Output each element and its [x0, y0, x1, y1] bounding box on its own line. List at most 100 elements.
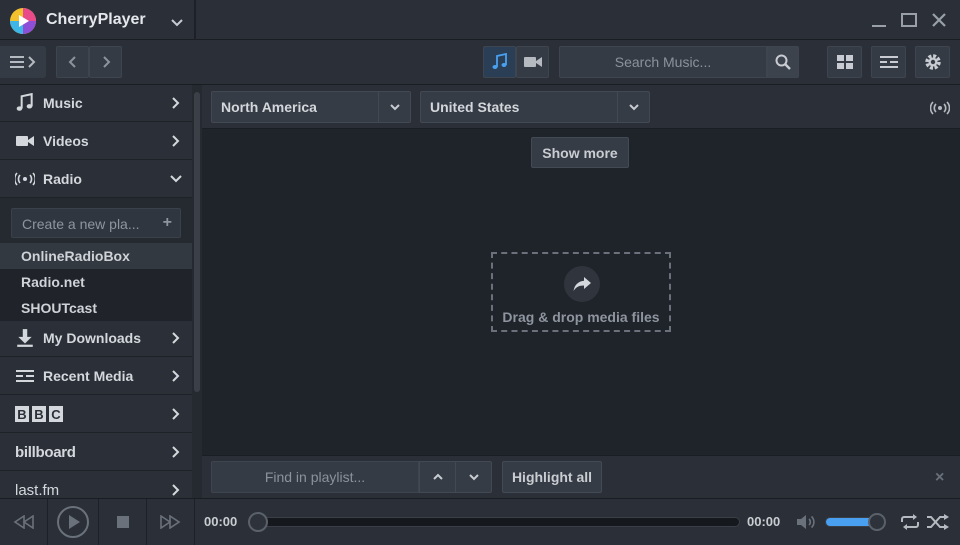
- chevron-up-icon: [432, 473, 443, 480]
- broadcast-icon[interactable]: [930, 101, 950, 115]
- sidebar-item-radio[interactable]: Radio: [0, 161, 192, 198]
- seek-handle[interactable]: [248, 512, 268, 532]
- search-input[interactable]: Search Music...: [559, 46, 767, 78]
- minimize-icon[interactable]: [869, 10, 889, 30]
- bbc-logo: B B C: [15, 406, 63, 422]
- play-button[interactable]: [55, 505, 91, 539]
- chevron-right-icon: [172, 97, 180, 109]
- show-more-button[interactable]: Show more: [531, 137, 629, 168]
- sidebar-item-bbc[interactable]: B B C: [0, 396, 192, 433]
- app-menu-chevron-icon[interactable]: [170, 15, 184, 29]
- sidebar-item-label: Music: [43, 95, 83, 111]
- previous-track-button[interactable]: [6, 505, 42, 539]
- drop-zone[interactable]: Drag & drop media files: [491, 252, 671, 332]
- chevron-right-icon: [172, 408, 180, 420]
- chevron-down-icon: [628, 104, 639, 111]
- region-select[interactable]: North America: [211, 91, 411, 123]
- share-arrow-icon: [573, 277, 591, 291]
- close-icon[interactable]: ×: [935, 469, 944, 487]
- sidebar-item-billboard[interactable]: billboard: [0, 434, 192, 471]
- region-select-arrow[interactable]: [378, 92, 410, 122]
- country-select[interactable]: United States: [420, 91, 650, 123]
- new-playlist-input[interactable]: Create a new pla... +: [11, 208, 181, 238]
- cherryplayer-logo-icon: [10, 8, 36, 34]
- seek-bar[interactable]: [258, 517, 740, 527]
- main-panel: North America United States Show more Dr…: [202, 85, 960, 498]
- country-select-value: United States: [430, 99, 520, 115]
- chevron-down-icon: [389, 104, 400, 111]
- player-separator: [98, 499, 99, 545]
- download-icon: [17, 329, 33, 347]
- volume-handle[interactable]: [868, 513, 887, 531]
- title-separator: [194, 0, 196, 40]
- total-time: 00:00: [747, 514, 781, 529]
- elapsed-time: 00:00: [204, 514, 238, 529]
- settings-button[interactable]: [915, 46, 950, 78]
- radio-source-item[interactable]: Radio.net: [0, 269, 192, 295]
- find-bar: Find in playlist... Highlight all ×: [202, 455, 960, 498]
- find-in-playlist-input[interactable]: Find in playlist...: [211, 461, 419, 493]
- play-icon: [57, 506, 89, 538]
- sidebar-item-lastfm[interactable]: last.fm: [0, 472, 192, 498]
- sidebar-item-recent-media[interactable]: Recent Media: [0, 358, 192, 395]
- billboard-logo: billboard: [15, 443, 76, 461]
- repeat-icon[interactable]: [899, 513, 921, 531]
- music-note-icon: [492, 53, 507, 69]
- sidebar-item-label: Recent Media: [43, 368, 134, 384]
- sidebar-scrollbar-thumb[interactable]: [194, 92, 200, 392]
- chevron-down-icon: [170, 175, 182, 183]
- recent-media-icon: [16, 370, 34, 382]
- find-previous-button[interactable]: [419, 461, 456, 493]
- highlight-all-button[interactable]: Highlight all: [502, 461, 602, 493]
- chevron-right-icon: [172, 446, 180, 458]
- music-mode-button[interactable]: [483, 46, 516, 78]
- chevron-right-icon: [102, 56, 110, 68]
- volume-icon[interactable]: [795, 513, 817, 531]
- sidebar-item-label: Radio: [43, 171, 82, 187]
- fast-forward-icon: [160, 515, 181, 529]
- broadcast-icon: [15, 172, 35, 186]
- sidebar-item-my-downloads[interactable]: My Downloads: [0, 320, 192, 357]
- forward-button[interactable]: [89, 46, 122, 78]
- plus-icon[interactable]: +: [163, 214, 172, 232]
- next-track-button[interactable]: [152, 505, 188, 539]
- video-camera-icon: [523, 57, 542, 67]
- sidebar-toggle-button[interactable]: [0, 46, 46, 78]
- search-button[interactable]: [767, 46, 799, 78]
- sidebar-item-videos[interactable]: Videos: [0, 123, 192, 160]
- gear-icon: [924, 54, 941, 70]
- find-next-button[interactable]: [455, 461, 492, 493]
- player-separator: [194, 499, 195, 545]
- svg-text:B: B: [17, 407, 26, 422]
- country-select-arrow[interactable]: [617, 92, 649, 122]
- maximize-icon[interactable]: [899, 10, 919, 30]
- chevron-right-icon: [172, 370, 180, 382]
- radio-source-item[interactable]: OnlineRadioBox: [0, 243, 192, 269]
- list-view-icon: [879, 56, 898, 68]
- share-arrow-icon-wrap: [564, 266, 600, 302]
- sidebar: Music Videos Radio Create a new pla... +…: [0, 85, 192, 498]
- toolbar: Search Music...: [0, 40, 960, 85]
- player-bar: 00:00 00:00: [0, 498, 960, 545]
- chevron-left-icon: [68, 56, 76, 68]
- radio-source-item[interactable]: SHOUTcast: [0, 295, 192, 321]
- list-view-button[interactable]: [871, 46, 906, 78]
- video-camera-icon: [16, 136, 34, 146]
- music-note-icon: [16, 93, 33, 111]
- search-icon: [775, 54, 791, 70]
- stop-icon: [117, 516, 129, 528]
- back-button[interactable]: [56, 46, 89, 78]
- sidebar-item-music[interactable]: Music: [0, 85, 192, 122]
- drop-zone-label: Drag & drop media files: [502, 309, 660, 325]
- stop-button[interactable]: [108, 505, 138, 539]
- sidebar-item-label: My Downloads: [43, 330, 142, 346]
- lastfm-logo: last.fm: [15, 481, 60, 499]
- new-playlist-placeholder: Create a new pla...: [22, 216, 140, 232]
- close-icon[interactable]: [929, 10, 949, 30]
- grid-view-icon: [836, 55, 853, 69]
- shuffle-icon[interactable]: [926, 513, 950, 531]
- region-select-value: North America: [221, 99, 317, 115]
- grid-view-button[interactable]: [827, 46, 862, 78]
- player-separator: [146, 499, 147, 545]
- video-mode-button[interactable]: [516, 46, 549, 78]
